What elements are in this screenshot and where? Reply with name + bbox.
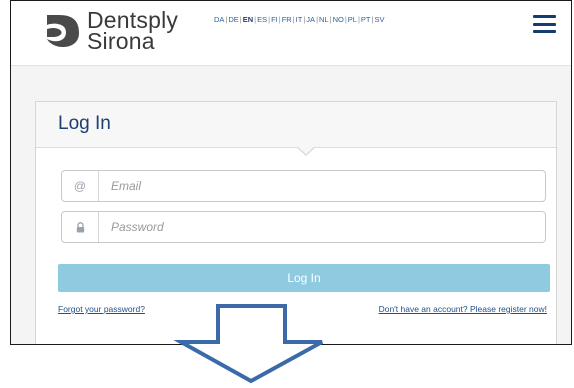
down-arrow-icon bbox=[173, 304, 323, 384]
